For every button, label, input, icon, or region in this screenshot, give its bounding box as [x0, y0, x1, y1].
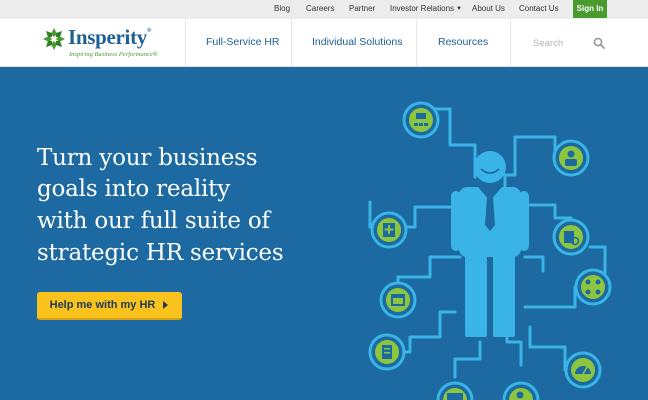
hero-headline-line: with our full suite of: [37, 208, 270, 234]
nav-divider: [291, 19, 292, 66]
utility-link-blog[interactable]: Blog: [274, 4, 290, 13]
org-chart-icon: [402, 101, 440, 139]
utility-link-about-us[interactable]: About Us: [472, 4, 505, 13]
nav-divider: [510, 19, 511, 66]
hr-services-illustration: [368, 101, 612, 400]
cta-label: Help me with my HR: [49, 299, 156, 311]
utility-bar: Blog Careers Partner Investor Relations ▼…: [0, 0, 648, 19]
network-people-icon: [574, 268, 612, 306]
utility-link-contact-us[interactable]: Contact Us: [519, 4, 559, 13]
person-award-icon: [502, 381, 540, 400]
nav-divider: [416, 19, 417, 66]
utility-link-investor-relations[interactable]: Investor Relations ▼: [390, 4, 462, 13]
nav-resources[interactable]: Resources: [438, 36, 488, 48]
central-person-icon: [451, 151, 529, 337]
sign-in-button[interactable]: Sign In: [573, 0, 607, 18]
employee-badge-icon: [552, 139, 590, 177]
utility-link-partner[interactable]: Partner: [349, 4, 375, 13]
triangle-right-icon: [163, 301, 168, 309]
search-input[interactable]: [533, 36, 591, 50]
utility-link-careers[interactable]: Careers: [306, 4, 334, 13]
hero-headline-line: Turn your business: [37, 145, 258, 171]
dashboard-gauge-icon: [564, 351, 602, 389]
logo-wordmark: Insperity®: [68, 25, 151, 50]
medical-binder-icon: [370, 211, 408, 249]
logo-registered-mark: ®: [146, 28, 152, 34]
main-header: Insperity® Inspiring Business Performanc…: [0, 19, 648, 67]
logo-mark-icon: [43, 28, 65, 50]
search-box: [533, 36, 613, 50]
investor-relations-label: Investor Relations: [390, 4, 455, 13]
nav-individual-solutions[interactable]: Individual Solutions: [312, 36, 402, 48]
chevron-down-icon: ▼: [456, 6, 462, 12]
nav-divider: [185, 19, 186, 66]
calendar-icon: [379, 281, 417, 319]
search-people-icon: [552, 218, 590, 256]
hero-headline-line: strategic HR services: [37, 240, 284, 266]
certificate-icon: [436, 381, 474, 400]
help-me-with-my-hr-button[interactable]: Help me with my HR: [37, 292, 182, 320]
logo-name: Insperity: [68, 25, 147, 49]
hero-headline-line: goals into reality: [37, 176, 230, 202]
nav-full-service-hr[interactable]: Full-Service HR: [206, 36, 280, 48]
insperity-logo[interactable]: Insperity® Inspiring Business Performanc…: [42, 25, 182, 65]
logo-tagline: Inspiring Business Performance®: [69, 51, 158, 58]
hero-banner: Turn your business goals into reality wi…: [0, 67, 648, 400]
search-icon[interactable]: [593, 37, 605, 49]
document-icon: [368, 333, 406, 371]
